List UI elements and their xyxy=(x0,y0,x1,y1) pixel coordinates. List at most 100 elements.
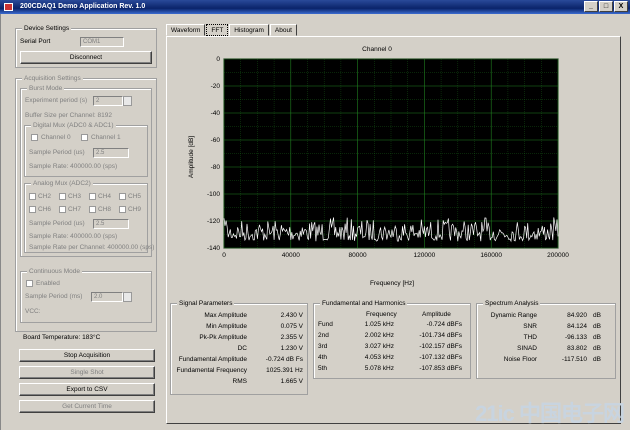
tab-fft[interactable]: FFT xyxy=(206,24,229,36)
sample-period-3-field[interactable]: 2.0 xyxy=(91,292,123,302)
ch6-checkbox[interactable] xyxy=(29,206,36,213)
ch8-label: CH8 xyxy=(98,206,112,213)
ch8-checkbox[interactable] xyxy=(89,206,96,213)
spectrum-unit: dB xyxy=(593,356,601,363)
ch7-label: CH7 xyxy=(68,206,82,213)
ch2-checkbox[interactable] xyxy=(29,193,36,200)
harmonic-amplitude: -0.724 dBFs xyxy=(426,321,462,328)
harmonic-label: 3rd xyxy=(318,343,328,350)
digital-mux-legend: Digital Mux (ADC0 & ADC1) xyxy=(31,122,116,130)
signal-param-value: 1025.391 Hz xyxy=(266,367,303,374)
y-tick-label: -60 xyxy=(211,137,221,144)
sample-period-field[interactable]: 2.5 xyxy=(93,148,129,158)
signal-param-value: 2.355 V xyxy=(280,334,303,341)
y-tick-label: -80 xyxy=(211,164,221,171)
ch4-checkbox[interactable] xyxy=(89,193,96,200)
sample-period-3-label: Sample Period (ms) xyxy=(25,293,83,300)
y-tick-label: -120 xyxy=(207,218,220,225)
signal-param-label: Fundamental Amplitude xyxy=(178,356,247,363)
ch5-checkbox[interactable] xyxy=(119,193,126,200)
spectrum-value: 83.802 xyxy=(567,345,587,352)
maximize-button[interactable]: □ xyxy=(599,1,613,12)
sample-period-2-field[interactable]: 2.5 xyxy=(93,219,129,229)
export-csv-button[interactable]: Export to CSV xyxy=(19,383,155,396)
grid-lines xyxy=(223,58,559,249)
signal-param-value: 2.430 V xyxy=(280,312,303,319)
disconnect-button[interactable]: Disconnect xyxy=(20,51,152,64)
ch9-checkbox[interactable] xyxy=(119,206,126,213)
signal-param-label: Pk-Pk Amplitude xyxy=(199,334,247,341)
device-settings-legend: Device Settings xyxy=(22,25,72,33)
sample-period-label: Sample Period (us) xyxy=(29,149,85,156)
x-tick-label: 0 xyxy=(222,252,226,259)
signal-param-value: -0.724 dB Fs xyxy=(265,356,303,363)
y-tick-label: 0 xyxy=(216,56,220,63)
x-tick-label: 160000 xyxy=(480,252,502,259)
spectrum-label: SINAD xyxy=(517,345,537,352)
spectrum-analysis-legend: Spectrum Analysis xyxy=(483,300,541,308)
watermark-text: 21ic 中国电子网 xyxy=(475,401,625,426)
buffer-size-label: Buffer Size per Channel: 8192 xyxy=(25,112,112,119)
ch-row-2: CH6 CH7 CH8 CH9 xyxy=(29,205,147,215)
sample-period-3-spinner[interactable] xyxy=(123,292,132,302)
harmonic-frequency: 4.053 kHz xyxy=(364,354,394,361)
experiment-period-field[interactable]: 2 xyxy=(93,96,123,106)
signal-param-label: DC xyxy=(237,345,247,352)
channel-0-label: Channel 0 xyxy=(41,134,71,141)
signal-param-value: 1.665 V xyxy=(280,378,303,385)
sample-rate-2-label: Sample Rate: 400000.00 (sps) xyxy=(29,233,118,240)
harmonic-amplitude: -107.853 dBFs xyxy=(419,365,462,372)
burst-mode-group: Burst Mode Experiment period (s) 2 Buffe… xyxy=(20,85,154,257)
enabled-checkbox[interactable] xyxy=(26,280,33,287)
tab-waveform[interactable]: Waveform xyxy=(166,24,206,36)
spectrum-value: 84.920 xyxy=(567,312,587,319)
harmonic-label: 2nd xyxy=(318,332,329,339)
harmonics-legend: Fundamental and Harmonics xyxy=(320,300,408,308)
harmonic-label: 5th xyxy=(318,365,328,372)
tab-histogram[interactable]: Histogram xyxy=(229,24,269,36)
ch2-label: CH2 xyxy=(38,193,52,200)
spectrum-unit: dB xyxy=(593,312,601,319)
channel-0-checkbox[interactable] xyxy=(31,134,38,141)
frequency-column-header: Frequency xyxy=(366,311,397,318)
stop-acquisition-button[interactable]: Stop Acquisition xyxy=(19,349,155,362)
watermark-logo: 21ic 中国电子网 xyxy=(475,396,625,428)
signal-param-label: RMS xyxy=(232,378,247,385)
continuous-mode-legend: Continuous Mode xyxy=(27,268,82,276)
channel-1-checkbox[interactable] xyxy=(81,134,88,141)
title-bar: 200CDAQ1 Demo Application Rev. 1.0 _ □ X xyxy=(0,0,630,14)
ch4-label: CH4 xyxy=(98,193,112,200)
experiment-period-spinner[interactable] xyxy=(123,96,132,106)
app-icon xyxy=(4,3,13,11)
close-button[interactable]: X xyxy=(614,1,628,12)
sample-rate-label: Sample Rate: 400000.00 (sps) xyxy=(29,163,118,170)
spectrum-value: -96.133 xyxy=(564,334,587,341)
single-shot-button[interactable]: Single Shot xyxy=(19,366,155,379)
ch6-label: CH6 xyxy=(38,206,52,213)
serial-port-field[interactable]: COM1 xyxy=(80,37,124,47)
x-tick-label: 40000 xyxy=(282,252,300,259)
acquisition-settings-legend: Acquisition Settings xyxy=(22,75,83,83)
ch7-checkbox[interactable] xyxy=(59,206,66,213)
ch3-checkbox[interactable] xyxy=(59,193,66,200)
fft-panel: Channel 0 Amplitude [dB] Frequency [Hz] … xyxy=(166,36,621,424)
enabled-label: Enabled xyxy=(36,280,60,287)
chart-xlabel: Frequency [Hz] xyxy=(370,280,414,287)
harmonic-frequency: 2.002 kHz xyxy=(364,332,394,339)
signal-parameters-legend: Signal Parameters xyxy=(177,300,235,308)
vcc-label: VCC: xyxy=(25,308,41,315)
x-tick-label: 120000 xyxy=(414,252,436,259)
get-current-time-button[interactable]: Get Current Time xyxy=(19,400,155,413)
harmonic-frequency: 3.027 kHz xyxy=(364,343,394,350)
spectrum-value: 84.124 xyxy=(567,323,587,330)
device-settings-group: Device Settings Serial Port COM1 Disconn… xyxy=(15,25,157,68)
minimize-button[interactable]: _ xyxy=(584,1,598,12)
board-temperature-label: Board Temperature: 183°C xyxy=(23,334,101,341)
harmonic-amplitude: -101.734 dBFs xyxy=(419,332,462,339)
spectrum-label: Noise Floor xyxy=(503,356,537,363)
client-area: Device Settings Serial Port COM1 Disconn… xyxy=(0,14,630,430)
harmonic-label: Fund xyxy=(318,321,333,328)
signal-param-value: 0.075 V xyxy=(280,323,303,330)
y-tick-label: -140 xyxy=(207,245,220,252)
tab-about[interactable]: About xyxy=(269,24,297,36)
